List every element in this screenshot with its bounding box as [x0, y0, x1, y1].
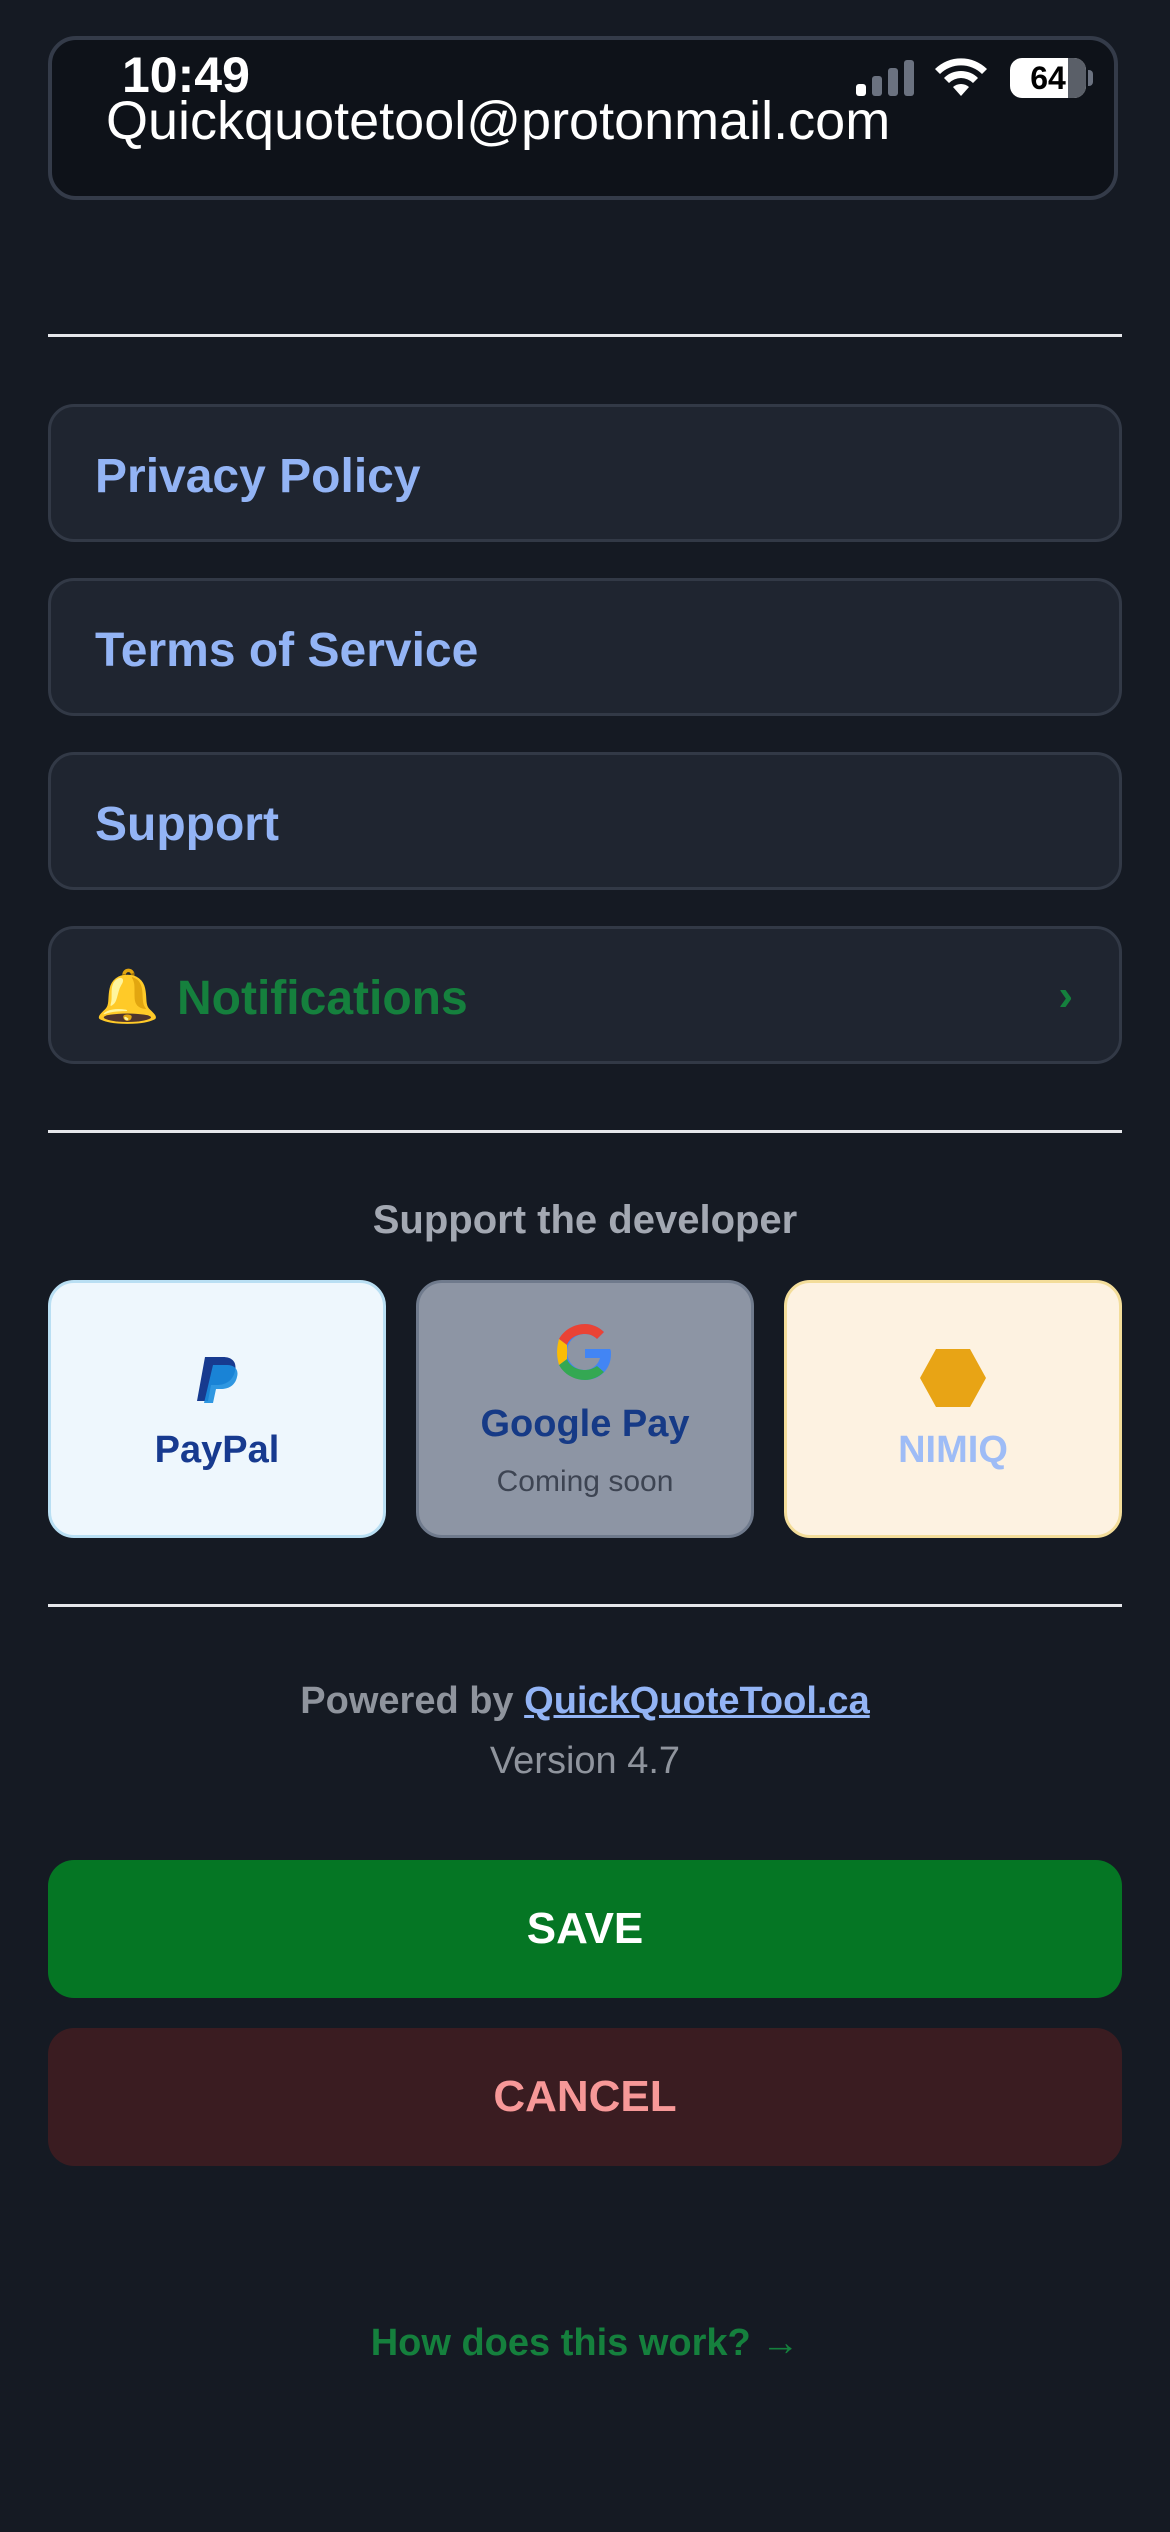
nimiq-hexagon-icon — [787, 1347, 1119, 1414]
save-button[interactable]: SAVE — [48, 1860, 1122, 1998]
nimiq-button[interactable]: NIMIQ — [784, 1280, 1122, 1538]
support-link[interactable]: Support — [48, 752, 1122, 890]
privacy-policy-link[interactable]: Privacy Policy — [48, 404, 1122, 542]
how-does-this-work-link[interactable]: How does this work? → — [0, 2322, 1170, 2365]
google-pay-coming-soon: Coming soon — [496, 1465, 674, 1498]
privacy-policy-label: Privacy Policy — [95, 450, 421, 503]
notifications-label: Notifications — [177, 972, 468, 1025]
support-developer-heading: Support the developer — [372, 1198, 798, 1242]
google-pay-label: Google Pay — [480, 1403, 690, 1445]
divider — [48, 334, 1122, 337]
powered-by-prefix: Powered by — [300, 1680, 514, 1722]
cellular-signal-icon — [856, 58, 914, 96]
wifi-icon — [935, 58, 987, 96]
divider — [48, 1130, 1122, 1133]
battery-icon: 64 — [1010, 58, 1086, 98]
divider — [48, 1604, 1122, 1607]
paypal-button[interactable]: PayPal — [48, 1280, 386, 1538]
paypal-icon — [51, 1355, 383, 1410]
battery-level: 64 — [1030, 60, 1066, 96]
settings-page: Quickquotetool@protonmail.com 10:49 64 P… — [0, 0, 1170, 2532]
app-version: Version 4.7 — [489, 1740, 681, 1782]
quickquotetool-link[interactable]: QuickQuoteTool.ca — [524, 1680, 870, 1722]
google-icon — [419, 1319, 751, 1390]
bell-icon: 🔔 — [95, 968, 160, 1026]
google-pay-button[interactable]: Google Pay Coming soon — [416, 1280, 754, 1538]
paypal-label: PayPal — [154, 1429, 280, 1471]
nimiq-label: NIMIQ — [898, 1429, 1008, 1471]
powered-by: Powered by QuickQuoteTool.ca — [0, 1680, 1170, 1723]
support-label: Support — [95, 798, 279, 851]
notifications-row[interactable]: 🔔 Notifications › — [48, 926, 1122, 1064]
terms-of-service-label: Terms of Service — [95, 624, 479, 677]
terms-of-service-link[interactable]: Terms of Service — [48, 578, 1122, 716]
status-bar-time: 10:49 — [122, 47, 250, 103]
cancel-button[interactable]: CANCEL — [48, 2028, 1122, 2166]
chevron-right-icon: › — [1058, 971, 1073, 1020]
